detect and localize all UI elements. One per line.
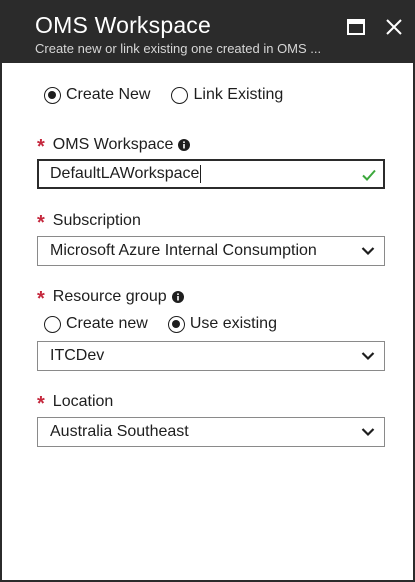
blade-title: OMS Workspace	[35, 12, 211, 38]
location-dropdown[interactable]: Australia Southeast	[37, 417, 385, 447]
location-label-text: Location	[52, 393, 114, 410]
use-existing-label: Use existing	[189, 315, 277, 332]
text-cursor	[200, 165, 202, 183]
create-new-label: Create New	[66, 86, 151, 103]
subscription-value: Microsoft Azure Internal Consumption	[50, 242, 317, 259]
link-existing-label: Link Existing	[193, 86, 284, 103]
radio-checked-icon	[167, 315, 185, 333]
info-icon[interactable]	[178, 139, 191, 151]
required-marker: *	[37, 136, 45, 158]
link-existing-radio[interactable]: Link Existing	[171, 86, 283, 104]
oms-workspace-blade: OMS Workspace Create new or link existin…	[0, 0, 415, 582]
resource-group-label-text: Resource group	[52, 288, 167, 305]
required-marker: *	[37, 393, 45, 415]
close-button[interactable]	[383, 16, 405, 38]
workspace-name-input[interactable]: DefaultLAWorkspace	[37, 159, 385, 189]
subscription-dropdown[interactable]: Microsoft Azure Internal Consumption	[37, 236, 385, 266]
resource-group-dropdown[interactable]: ITCDev	[37, 341, 385, 371]
resource-group-value: ITCDev	[50, 347, 105, 364]
info-icon[interactable]	[171, 291, 184, 303]
chevron-down-icon	[361, 246, 375, 256]
required-marker: *	[37, 288, 45, 310]
create-new-group-label: Create new	[66, 315, 148, 332]
resource-group-mode-group: Create new Use existing	[44, 315, 277, 333]
workspace-name-value: DefaultLAWorkspace	[50, 165, 200, 182]
workspace-label-text: OMS Workspace	[52, 136, 174, 153]
valid-check-icon	[361, 167, 377, 183]
required-marker: *	[37, 212, 45, 234]
blade-header: OMS Workspace Create new or link existin…	[2, 2, 413, 63]
radio-checked-icon	[44, 86, 61, 104]
maximize-button[interactable]	[345, 16, 367, 38]
maximize-icon	[347, 19, 365, 35]
radio-unchecked-icon	[171, 86, 189, 104]
resource-group-field-label: * Resource group	[37, 288, 184, 310]
chevron-down-icon	[361, 351, 375, 361]
subscription-field-label: * Subscription	[37, 212, 141, 234]
location-field-label: * Location	[37, 393, 114, 415]
radio-unchecked-icon	[44, 315, 61, 333]
use-existing-radio[interactable]: Use existing	[167, 315, 277, 333]
close-icon	[386, 19, 402, 35]
workspace-mode-group: Create New Link Existing	[44, 86, 283, 104]
create-new-radio[interactable]: Create New	[44, 86, 150, 104]
create-new-group-radio[interactable]: Create new	[44, 315, 148, 333]
blade-subtitle: Create new or link existing one created …	[35, 41, 322, 56]
location-value: Australia Southeast	[50, 423, 189, 440]
chevron-down-icon	[361, 427, 375, 437]
workspace-field-label: * OMS Workspace	[37, 136, 191, 158]
subscription-label-text: Subscription	[52, 212, 141, 229]
